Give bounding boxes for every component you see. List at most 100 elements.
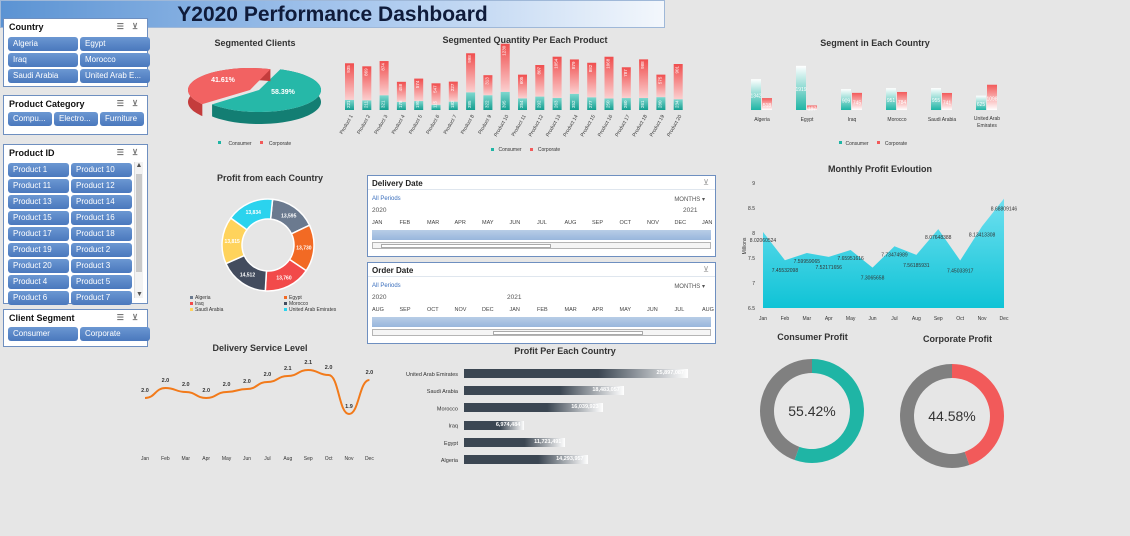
bar-value-label: 197: [808, 107, 817, 113]
axis-tick-label: Product 8: [460, 114, 476, 136]
area-value-label: 7.73474989: [881, 252, 908, 258]
axis-tick-label: Product 2: [356, 114, 372, 136]
bar-value-label: 901: [675, 66, 680, 74]
legend-marker: [218, 141, 221, 144]
bar-value-label: 807: [536, 67, 541, 75]
legend-label: United Arab Emirates: [289, 307, 337, 313]
profit-bar: 11,721,491: [464, 437, 566, 447]
area-value-label: 8.07648388: [925, 235, 952, 241]
line-value-label: 2.0: [366, 370, 374, 376]
x-tick-label: Sep: [934, 316, 943, 322]
y-category-label: Egypt: [444, 441, 459, 447]
profit-bar: 18,483,057: [464, 386, 624, 396]
bar-value-label: 250: [606, 100, 611, 108]
axis-tick-label: Algeria: [754, 117, 770, 123]
x-tick-label: Jan: [759, 316, 767, 322]
bar-value-label: 1919: [795, 87, 806, 93]
y-category-label: United Arab Emirates: [406, 372, 458, 378]
x-tick-label: Dec: [1000, 316, 1009, 322]
area-value-label: 8.02060524: [750, 238, 777, 244]
legend-marker: [190, 296, 193, 299]
bar-value-label: 280: [657, 100, 662, 108]
bar-value-label: 955: [932, 98, 941, 104]
bar-value-label: 909: [842, 99, 851, 105]
profit-bar: 6,974,484: [464, 420, 525, 430]
bar-value-label: 547: [433, 85, 438, 93]
bar-value-label: 260: [623, 100, 628, 108]
bar-value-label: 745: [853, 100, 862, 106]
legend-marker: [491, 148, 494, 151]
x-tick-label: Jul: [891, 316, 897, 322]
bar-value-label: 518: [763, 103, 772, 109]
y-tick-label: 6.5: [748, 306, 755, 312]
legend-label: Consumer: [228, 141, 251, 147]
bar-value-label: 182: [450, 100, 455, 108]
legend-label: Saudi Arabia: [195, 307, 224, 313]
x-tick-label: Apr: [825, 316, 833, 322]
x-tick-label: Feb: [781, 316, 790, 322]
bar-value-label: 234: [675, 100, 680, 108]
legend-marker: [190, 302, 193, 305]
axis-tick-label: United Arab: [974, 116, 1000, 122]
x-tick-label: Apr: [202, 456, 210, 462]
line-series: [144, 368, 370, 416]
x-tick-label: Dec: [365, 456, 374, 462]
bar-value-label: 263: [554, 100, 559, 108]
area-value-label: 8.13413308: [969, 232, 996, 238]
x-tick-label: Aug: [283, 456, 292, 462]
y-tick-label: 8.5: [748, 206, 755, 212]
bar-value-label: 605: [519, 76, 524, 84]
bar-value-label: 625: [977, 102, 986, 108]
donut-value-label: 13,595: [281, 214, 297, 220]
legend-label: Consumer: [498, 147, 521, 153]
area-value-label: 7.45532098: [772, 268, 799, 274]
line-value-label: 2.0: [243, 379, 251, 385]
line-value-label: 2.0: [141, 388, 149, 394]
bar-value-label: 879: [571, 61, 576, 69]
bar-value-label: 292: [536, 100, 541, 108]
axis-tick-label: Egypt: [801, 117, 814, 123]
axis-tick-label: Product 3: [373, 114, 389, 136]
bar-value-label: 951: [887, 98, 896, 104]
axis-tick-label: Product 16: [597, 114, 614, 138]
axis-tick-label: Product 10: [493, 114, 510, 138]
axis-tick-label: Emirates: [977, 123, 997, 129]
donut-value-label: 13,730: [296, 246, 312, 252]
bar-value-label: 874: [381, 63, 386, 71]
bar-value-label: 254: [519, 100, 524, 108]
y-tick-label: 9: [752, 181, 755, 187]
bar-value-label: 385: [467, 100, 472, 108]
bar-value-label: 261: [640, 100, 645, 108]
legend-marker: [877, 141, 880, 144]
legend-label: Consumer: [845, 141, 868, 147]
pie-value-label: 41.61%: [211, 77, 236, 84]
donut-value-label: 13,834: [246, 210, 262, 216]
axis-tick-label: Product 4: [391, 114, 407, 136]
axis-tick-label: Morocco: [887, 117, 906, 123]
x-tick-label: Mar: [803, 316, 812, 322]
profit-ring-label: 55.42%: [788, 403, 835, 419]
area-value-label: 8.68809146: [991, 207, 1018, 213]
axis-tick-label: Product 5: [408, 114, 424, 136]
line-value-label: 1.9: [345, 404, 353, 410]
profit-bar: 14,293,957: [464, 455, 588, 464]
legend-marker: [839, 141, 842, 144]
x-tick-label: Aug: [912, 316, 921, 322]
bar-value-label: 221: [346, 100, 351, 108]
bar-value-label: 935: [346, 65, 351, 73]
bar-value-label: 998: [467, 55, 472, 63]
y-tick-label: 7.5: [748, 256, 755, 262]
donut-value-label: 14,512: [240, 273, 256, 279]
x-tick-label: May: [846, 316, 856, 322]
legend-marker: [284, 302, 287, 305]
axis-tick-label: Product 15: [580, 114, 597, 138]
legend-marker: [284, 296, 287, 299]
legend-marker: [530, 148, 533, 151]
x-tick-label: Nov: [345, 456, 354, 462]
bar-value-label: 1098: [986, 96, 997, 102]
bar-value-label: 988: [640, 61, 645, 69]
bar-value-label: 1230: [502, 45, 507, 56]
bar-value-label: 211: [363, 100, 368, 108]
bar-value-label: 195: [415, 100, 420, 108]
y-category-label: Morocco: [437, 406, 458, 412]
